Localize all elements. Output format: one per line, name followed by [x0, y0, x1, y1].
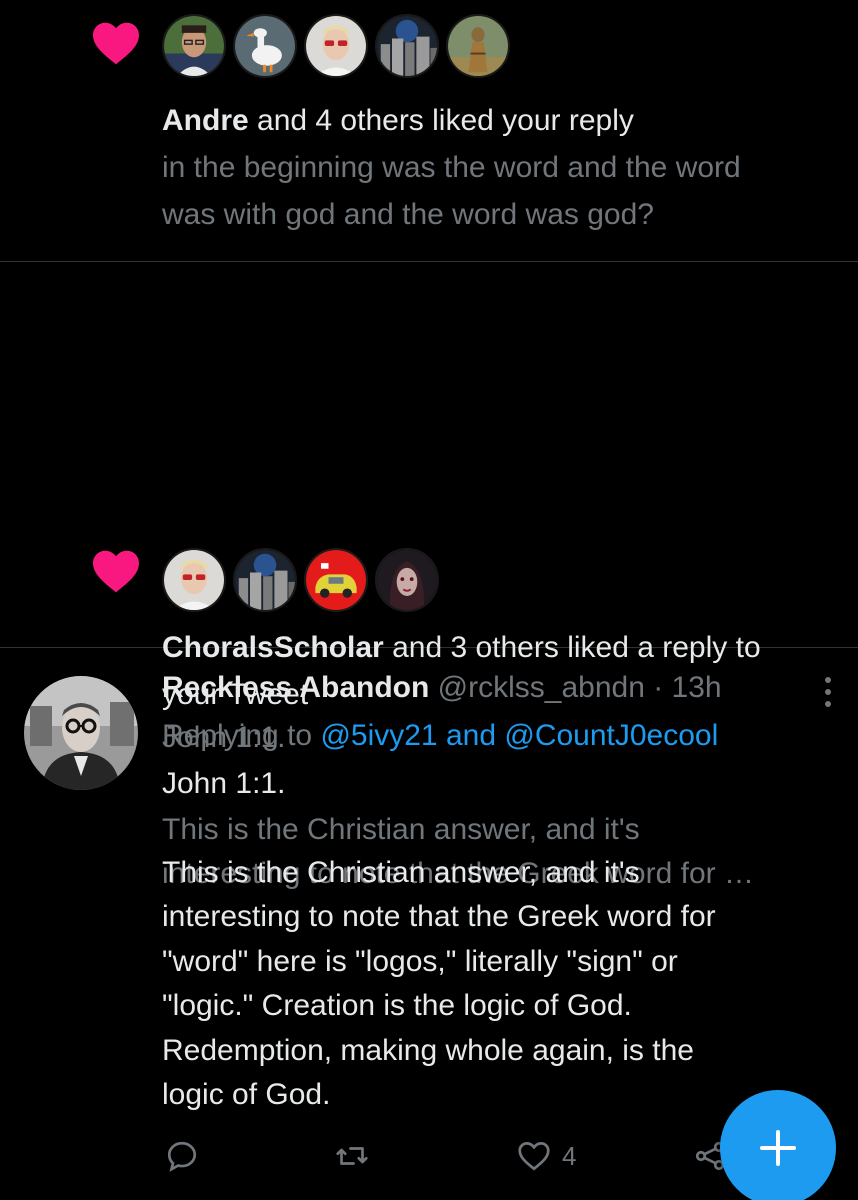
liker-avatars	[162, 548, 439, 612]
actor-name[interactable]: Andre	[162, 104, 249, 137]
tweet-line: "logic." Creation is the logic of God.	[162, 989, 632, 1022]
avatar-yellow-car[interactable]	[304, 548, 368, 612]
like-notification[interactable]: ChoralsScholar and 3 others liked a repl…	[0, 262, 858, 890]
tweet-actions: 4	[162, 1138, 782, 1182]
heart-icon	[93, 22, 139, 65]
tweet-author-avatar[interactable]	[24, 676, 138, 790]
like-button[interactable]: 4	[516, 1138, 576, 1174]
avatar-man-glasses[interactable]	[162, 14, 226, 78]
mention-conjunction: and	[437, 719, 505, 752]
tweet-line: Redemption, making whole again, is the	[162, 1033, 694, 1067]
mention-link[interactable]: @5ivy21	[320, 719, 437, 752]
author-display-name[interactable]: Reckless Abandon	[162, 671, 429, 704]
notification-text: Andre and 4 others liked your reply in t…	[162, 97, 842, 238]
tweet-body: John 1:1. This is the Christian answer, …	[162, 762, 842, 1118]
tweet-line: interesting to note that the Greek word …	[162, 900, 716, 933]
tweet-line: This is the Christian answer, and it's	[162, 855, 640, 889]
avatar-statue[interactable]	[446, 14, 510, 78]
avatar-red-sunglasses[interactable]	[304, 14, 368, 78]
avatar-dark-portrait[interactable]	[375, 548, 439, 612]
notifications-page: Andre and 4 others liked your reply in t…	[0, 0, 858, 1200]
like-notification[interactable]: Andre and 4 others liked your reply in t…	[0, 0, 858, 262]
heart-outline-icon	[518, 1142, 550, 1171]
like-count: 4	[562, 1140, 577, 1171]
tweet-line: John 1:1.	[162, 767, 286, 800]
compose-tweet-button[interactable]	[720, 1090, 836, 1200]
avatar-city-night[interactable]	[233, 548, 297, 612]
avatar-city-night[interactable]	[375, 14, 439, 78]
header-separator: ·	[644, 671, 672, 704]
plus-icon	[760, 1130, 796, 1166]
retweet-button[interactable]	[334, 1138, 370, 1174]
more-options-icon[interactable]	[818, 672, 838, 712]
avatar-goose[interactable]	[233, 14, 297, 78]
tweet-time[interactable]: 13h	[672, 671, 722, 704]
mention-link[interactable]: @CountJ0ecool	[504, 719, 718, 752]
tweet-header: Reckless Abandon @rcklss_abndn · 13h	[162, 664, 722, 712]
avatar-red-sunglasses[interactable]	[162, 548, 226, 612]
replying-prefix: Replying to	[162, 719, 321, 752]
reply-icon	[167, 1141, 197, 1172]
tweet-line: "word" here is "logos," literally "sign"…	[162, 944, 678, 978]
heart-icon	[93, 550, 139, 593]
author-handle[interactable]: @rcklss_abndn	[438, 671, 645, 704]
reply-button[interactable]	[164, 1138, 200, 1174]
replying-to: Replying to @5ivy21 and @CountJ0ecool	[162, 712, 718, 760]
notification-action: and 4 others liked your reply	[248, 104, 634, 137]
liker-avatars	[162, 14, 510, 78]
reply-preview-line: was with god and the word was god?	[162, 198, 654, 231]
reply-preview-line: in the beginning was the word and the wo…	[162, 151, 741, 184]
retweet-icon	[336, 1147, 368, 1165]
